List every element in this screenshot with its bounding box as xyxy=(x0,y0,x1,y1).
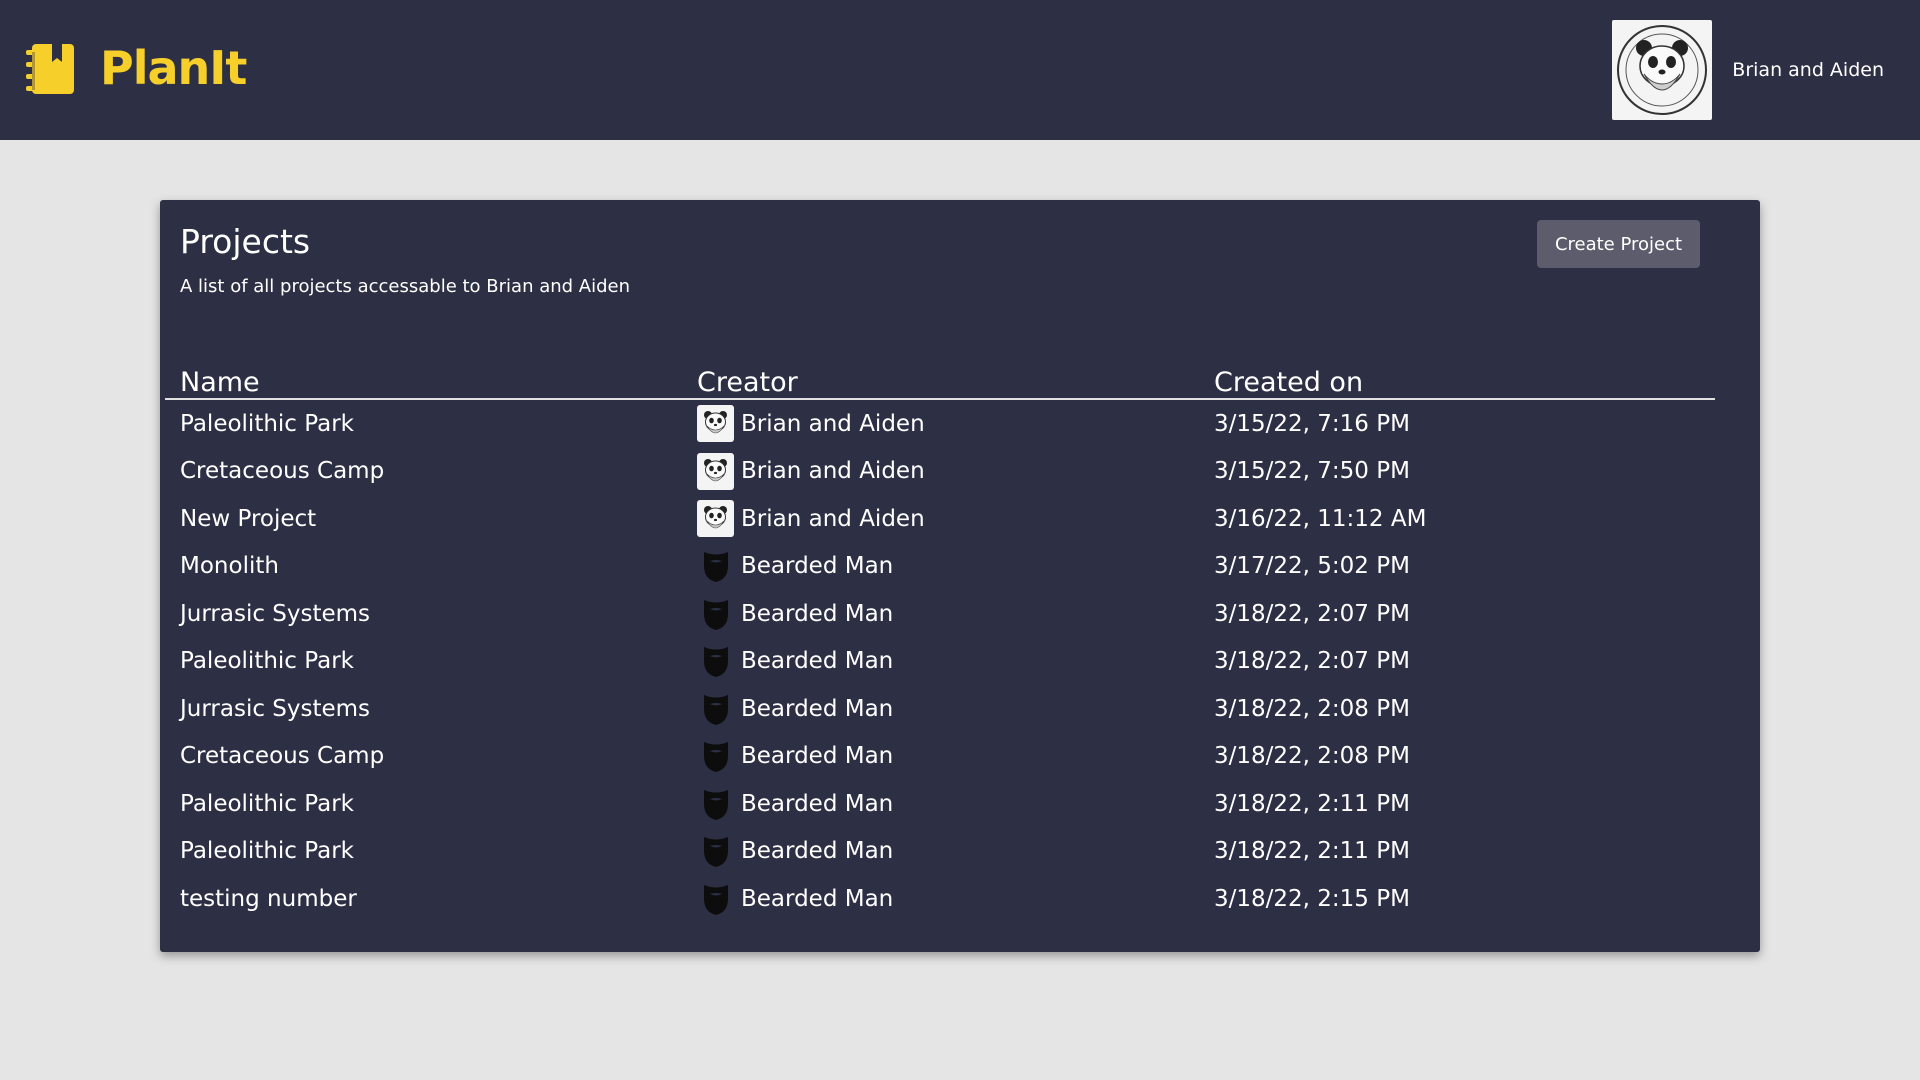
creator-name: Bearded Man xyxy=(741,553,894,580)
project-created-on: 3/17/22, 5:02 PM xyxy=(1214,553,1410,580)
table-row[interactable]: Paleolithic Park Bearded Man 3/18/22, 2:11… xyxy=(165,780,1715,828)
project-creator-cell: Brian and Aiden xyxy=(682,495,1199,543)
project-creator-cell: Bearded Man xyxy=(682,590,1199,638)
project-name[interactable]: testing number xyxy=(165,875,682,923)
project-creator-cell: Brian and Aiden xyxy=(682,399,1199,448)
creator: Bearded Man xyxy=(697,643,1199,680)
user-menu[interactable]: Brian and Aiden xyxy=(1612,20,1884,120)
project-creator-cell: Bearded Man xyxy=(682,780,1199,828)
beard-avatar-icon xyxy=(697,643,734,680)
panda-avatar-icon xyxy=(697,452,734,490)
beard-avatar-icon xyxy=(697,833,734,870)
projects-table-body: Paleolithic Park Brian and Aiden 3/15/22, … xyxy=(165,399,1715,923)
project-name[interactable]: Paleolithic Park xyxy=(165,828,682,876)
creator: Bearded Man xyxy=(697,833,1199,870)
page-subtitle: A list of all projects accessable to Bri… xyxy=(180,276,631,297)
avatar[interactable] xyxy=(1612,20,1713,120)
project-name[interactable]: Paleolithic Park xyxy=(165,780,682,828)
project-name[interactable]: Jurrasic Systems xyxy=(165,590,682,638)
project-creator-cell: Brian and Aiden xyxy=(682,448,1199,496)
projects-card: Projects A list of all projects accessab… xyxy=(160,200,1760,952)
creator: Bearded Man xyxy=(697,690,1199,727)
panda-avatar-icon xyxy=(697,500,734,538)
project-creator-cell: Bearded Man xyxy=(682,733,1199,781)
project-created-on: 3/18/22, 2:07 PM xyxy=(1214,600,1410,627)
table-row[interactable]: Cretaceous Camp Brian and Aiden 3/15/22, 7… xyxy=(165,448,1715,496)
project-created-on: 3/18/22, 2:11 PM xyxy=(1214,838,1410,865)
project-creator-cell: Bearded Man xyxy=(682,875,1199,923)
project-name[interactable]: New Project xyxy=(165,495,682,543)
table-row[interactable]: Monolith Bearded Man 3/17/22, 5:02 PM xyxy=(165,543,1715,591)
project-name[interactable]: Cretaceous Camp xyxy=(165,448,682,496)
creator-name: Bearded Man xyxy=(741,885,894,912)
creator-name: Brian and Aiden xyxy=(741,410,925,437)
creator: Bearded Man xyxy=(697,738,1199,775)
project-created-on: 3/18/22, 2:15 PM xyxy=(1214,885,1410,912)
creator: Brian and Aiden xyxy=(697,405,1199,443)
page-title: Projects xyxy=(180,222,311,261)
table-row[interactable]: Jurrasic Systems Bearded Man 3/18/22, 2:07… xyxy=(165,590,1715,638)
creator-name: Bearded Man xyxy=(741,838,894,865)
project-name[interactable]: Paleolithic Park xyxy=(165,399,682,448)
create-project-button[interactable]: Create Project xyxy=(1537,220,1700,268)
creator: Bearded Man xyxy=(697,880,1199,917)
panda-avatar-icon xyxy=(697,405,734,443)
project-created-on: 3/18/22, 2:08 PM xyxy=(1214,743,1410,770)
project-creator-cell: Bearded Man xyxy=(682,638,1199,686)
column-header-creator: Creator xyxy=(682,358,1199,400)
creator-name: Bearded Man xyxy=(741,743,894,770)
beard-avatar-icon xyxy=(697,548,734,585)
table-row[interactable]: New Project Brian and Aiden 3/16/22, 11:12… xyxy=(165,495,1715,543)
beard-avatar-icon xyxy=(697,690,734,727)
user-name[interactable]: Brian and Aiden xyxy=(1732,59,1884,81)
creator: Brian and Aiden xyxy=(697,452,1199,490)
project-name[interactable]: Monolith xyxy=(165,543,682,591)
creator-name: Brian and Aiden xyxy=(741,505,925,532)
table-row[interactable]: Jurrasic Systems Bearded Man 3/18/22, 2:08… xyxy=(165,685,1715,733)
table-row[interactable]: Paleolithic Park Brian and Aiden 3/15/22, … xyxy=(165,399,1715,448)
creator: Brian and Aiden xyxy=(697,500,1199,538)
creator-name: Bearded Man xyxy=(741,695,894,722)
project-created-on: 3/18/22, 2:11 PM xyxy=(1214,790,1410,817)
project-created-on: 3/18/22, 2:08 PM xyxy=(1214,695,1410,722)
table-row[interactable]: Paleolithic Park Bearded Man 3/18/22, 2:07… xyxy=(165,638,1715,686)
beard-avatar-icon xyxy=(697,880,734,917)
project-creator-cell: Bearded Man xyxy=(682,543,1199,591)
app-logo[interactable]: PlanIt xyxy=(26,38,247,98)
project-name[interactable]: Paleolithic Park xyxy=(165,638,682,686)
project-created-on: 3/18/22, 2:07 PM xyxy=(1214,648,1410,675)
creator-name: Brian and Aiden xyxy=(741,458,925,485)
top-bar: PlanIt Brian and Aiden xyxy=(0,0,1920,140)
project-created-on: 3/16/22, 11:12 AM xyxy=(1214,505,1427,532)
project-creator-cell: Bearded Man xyxy=(682,828,1199,876)
project-creator-cell: Bearded Man xyxy=(682,685,1199,733)
app-name: PlanIt xyxy=(100,41,247,95)
project-name[interactable]: Cretaceous Camp xyxy=(165,733,682,781)
creator: Bearded Man xyxy=(697,548,1199,585)
project-created-on: 3/15/22, 7:50 PM xyxy=(1214,458,1410,485)
project-created-on: 3/15/22, 7:16 PM xyxy=(1214,410,1410,437)
notebook-icon xyxy=(26,44,74,94)
beard-avatar-icon xyxy=(697,785,734,822)
table-header-row: Name Creator Created on xyxy=(165,358,1715,400)
creator-name: Bearded Man xyxy=(741,600,894,627)
table-row[interactable]: Paleolithic Park Bearded Man 3/18/22, 2:11… xyxy=(165,828,1715,876)
beard-avatar-icon xyxy=(697,595,734,632)
creator-name: Bearded Man xyxy=(741,648,894,675)
table-row[interactable]: Cretaceous Camp Bearded Man 3/18/22, 2:08 … xyxy=(165,733,1715,781)
column-header-created-on: Created on xyxy=(1199,358,1715,400)
creator-name: Bearded Man xyxy=(741,790,894,817)
creator: Bearded Man xyxy=(697,595,1199,632)
beard-avatar-icon xyxy=(697,738,734,775)
column-header-name: Name xyxy=(165,358,682,400)
projects-table: Name Creator Created on Paleolithic Park… xyxy=(165,358,1715,923)
table-row[interactable]: testing number Bearded Man 3/18/22, 2:15 P… xyxy=(165,875,1715,923)
project-name[interactable]: Jurrasic Systems xyxy=(165,685,682,733)
creator: Bearded Man xyxy=(697,785,1199,822)
bearded-panda-logo-icon xyxy=(1617,25,1708,115)
